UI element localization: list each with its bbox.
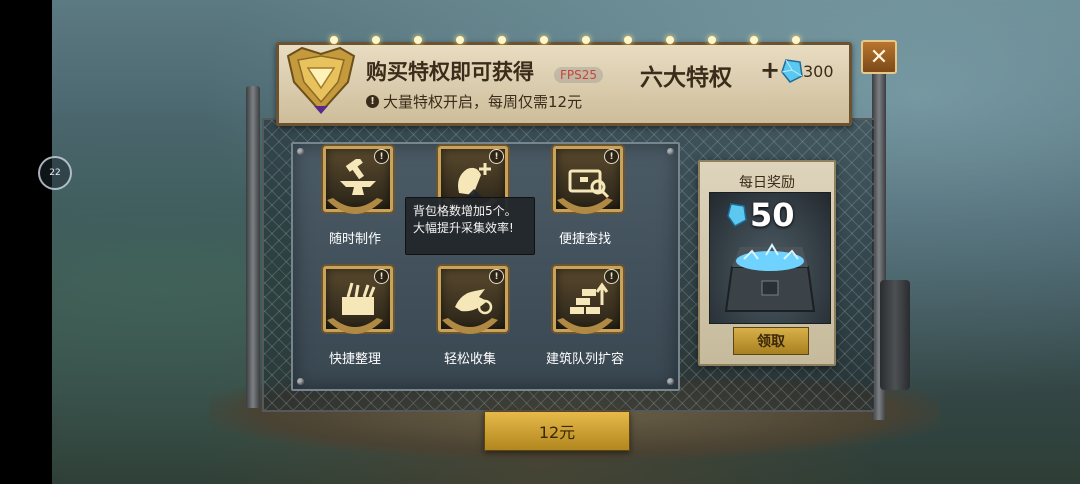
vip-emblem-icon bbox=[286, 46, 356, 114]
info-icon[interactable]: ! bbox=[604, 149, 619, 164]
feature-badge: ! bbox=[319, 146, 393, 224]
feature-search[interactable]: ! 便捷查找 bbox=[535, 146, 635, 247]
left-fence-post bbox=[246, 86, 260, 408]
close-button[interactable]: ✕ bbox=[861, 40, 897, 74]
fps-badge: FPS25 bbox=[554, 67, 604, 83]
light-bulbs bbox=[330, 36, 830, 46]
side-floating-button[interactable]: 22 bbox=[38, 156, 72, 190]
feature-badge: ! bbox=[319, 266, 393, 344]
bricks-upgrade-icon bbox=[570, 282, 609, 314]
feature-badge: ! bbox=[549, 146, 623, 224]
purchase-button[interactable]: 12元 bbox=[484, 411, 630, 451]
feature-tooltip: 背包格数增加5个。 大幅提升采集效率! bbox=[405, 197, 535, 255]
info-icon: ! bbox=[366, 95, 379, 108]
feature-anvil[interactable]: ! 随时制作 bbox=[305, 146, 405, 247]
feature-badge: ! bbox=[434, 266, 508, 344]
close-icon: ✕ bbox=[869, 44, 889, 70]
header-sign bbox=[276, 42, 852, 126]
anvil-hammer-icon bbox=[340, 159, 376, 195]
claim-button[interactable]: 领取 bbox=[733, 327, 809, 355]
left-screen-edge bbox=[0, 0, 52, 484]
barrel bbox=[880, 280, 910, 390]
hand-gather-icon bbox=[455, 289, 493, 315]
feature-organize[interactable]: ! 快捷整理 bbox=[305, 266, 405, 367]
gem-amount: 300 bbox=[803, 62, 834, 81]
info-icon[interactable]: ! bbox=[374, 269, 389, 284]
chest-search-icon bbox=[568, 169, 610, 199]
info-icon[interactable]: ! bbox=[489, 149, 504, 164]
feature-build-queue[interactable]: ! 建筑队列扩容 bbox=[535, 266, 635, 367]
tooltip-arrow bbox=[466, 189, 482, 197]
daily-reward-title: 每日奖励 bbox=[739, 175, 795, 191]
gem-icon bbox=[727, 203, 747, 227]
header-subtitle: ! 大量特权开启，每周仅需12元 bbox=[366, 91, 582, 112]
feature-badge: ! bbox=[549, 266, 623, 344]
gem-icon bbox=[781, 59, 803, 83]
privileges-label: 六大特权 bbox=[640, 65, 732, 91]
info-icon[interactable]: ! bbox=[374, 149, 389, 164]
tool-box-icon bbox=[342, 282, 376, 315]
plus-sign: + bbox=[760, 56, 781, 84]
feature-collect[interactable]: ! 轻松收集 bbox=[420, 266, 520, 367]
info-icon[interactable]: ! bbox=[604, 269, 619, 284]
daily-reward-amount: 50 bbox=[750, 196, 795, 234]
info-icon[interactable]: ! bbox=[489, 269, 504, 284]
header-title: 购买特权即可获得 bbox=[366, 60, 534, 84]
